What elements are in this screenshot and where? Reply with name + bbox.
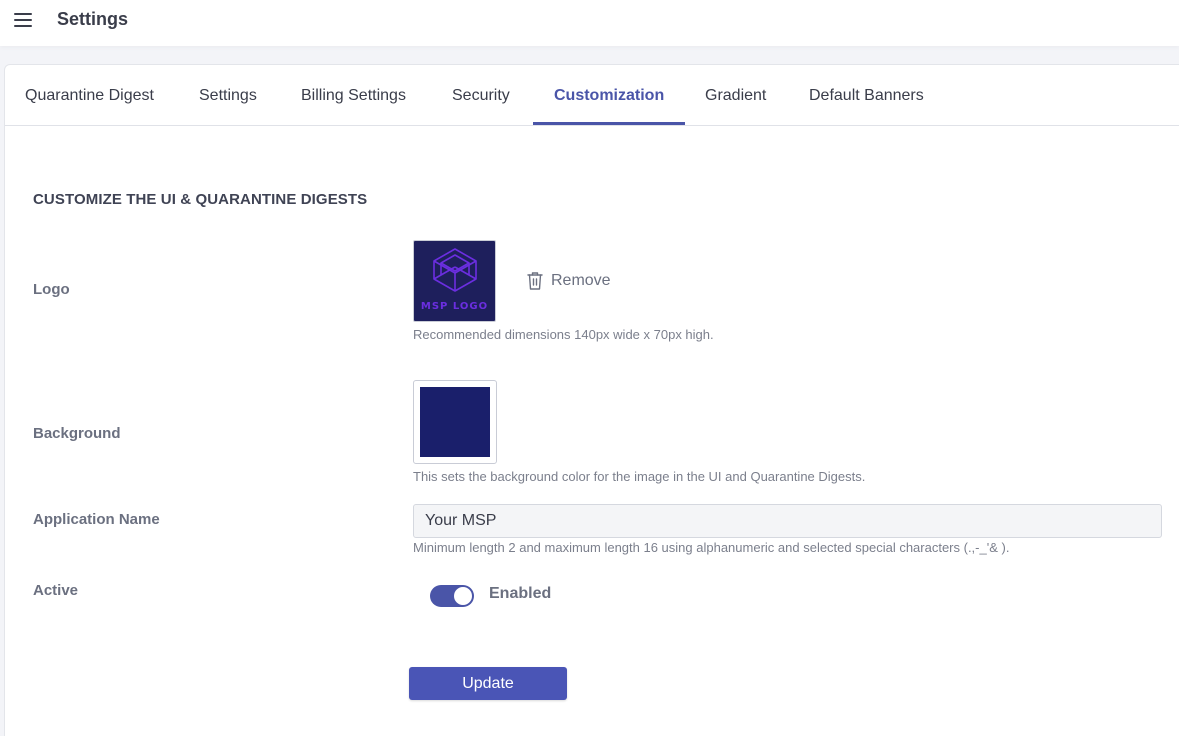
logo-text: MSP LOGO — [420, 301, 489, 312]
tab-gradient[interactable]: Gradient — [705, 65, 766, 126]
toggle-knob — [453, 586, 473, 606]
tab-bar: Quarantine Digest Settings Billing Setti… — [5, 65, 1179, 126]
hamburger-menu-icon[interactable] — [14, 13, 34, 29]
background-color-picker[interactable] — [413, 380, 497, 464]
logo-cube-icon — [433, 248, 477, 292]
update-button[interactable]: Update — [409, 667, 567, 700]
active-status-label: Enabled — [489, 585, 552, 602]
page-title: Settings — [57, 9, 129, 29]
background-label: Background — [33, 425, 121, 442]
logo-hint: Recommended dimensions 140px wide x 70px… — [413, 327, 714, 342]
settings-card: Quarantine Digest Settings Billing Setti… — [4, 64, 1179, 736]
trash-icon — [527, 272, 543, 290]
logo-preview[interactable]: MSP LOGO — [413, 240, 496, 322]
application-name-label: Application Name — [33, 511, 160, 528]
logo-label: Logo — [33, 281, 70, 298]
remove-logo-button[interactable]: Remove — [526, 269, 611, 293]
application-name-hint: Minimum length 2 and maximum length 16 u… — [413, 540, 1010, 555]
remove-label: Remove — [551, 272, 611, 289]
tab-billing-settings[interactable]: Billing Settings — [301, 65, 406, 126]
application-name-input[interactable] — [413, 504, 1162, 538]
tab-security[interactable]: Security — [452, 65, 510, 126]
tab-default-banners[interactable]: Default Banners — [809, 65, 924, 126]
active-toggle[interactable] — [430, 585, 474, 607]
active-label: Active — [33, 582, 79, 599]
background-color-swatch — [420, 387, 490, 457]
active-tab-indicator — [533, 122, 685, 125]
tab-quarantine-digest[interactable]: Quarantine Digest — [25, 65, 154, 126]
tab-customization[interactable]: Customization — [554, 65, 664, 126]
top-bar: Settings — [0, 0, 1179, 46]
section-title: CUSTOMIZE THE UI & QUARANTINE DIGESTS — [33, 191, 368, 208]
background-hint: This sets the background color for the i… — [413, 469, 866, 484]
tab-settings[interactable]: Settings — [199, 65, 257, 126]
